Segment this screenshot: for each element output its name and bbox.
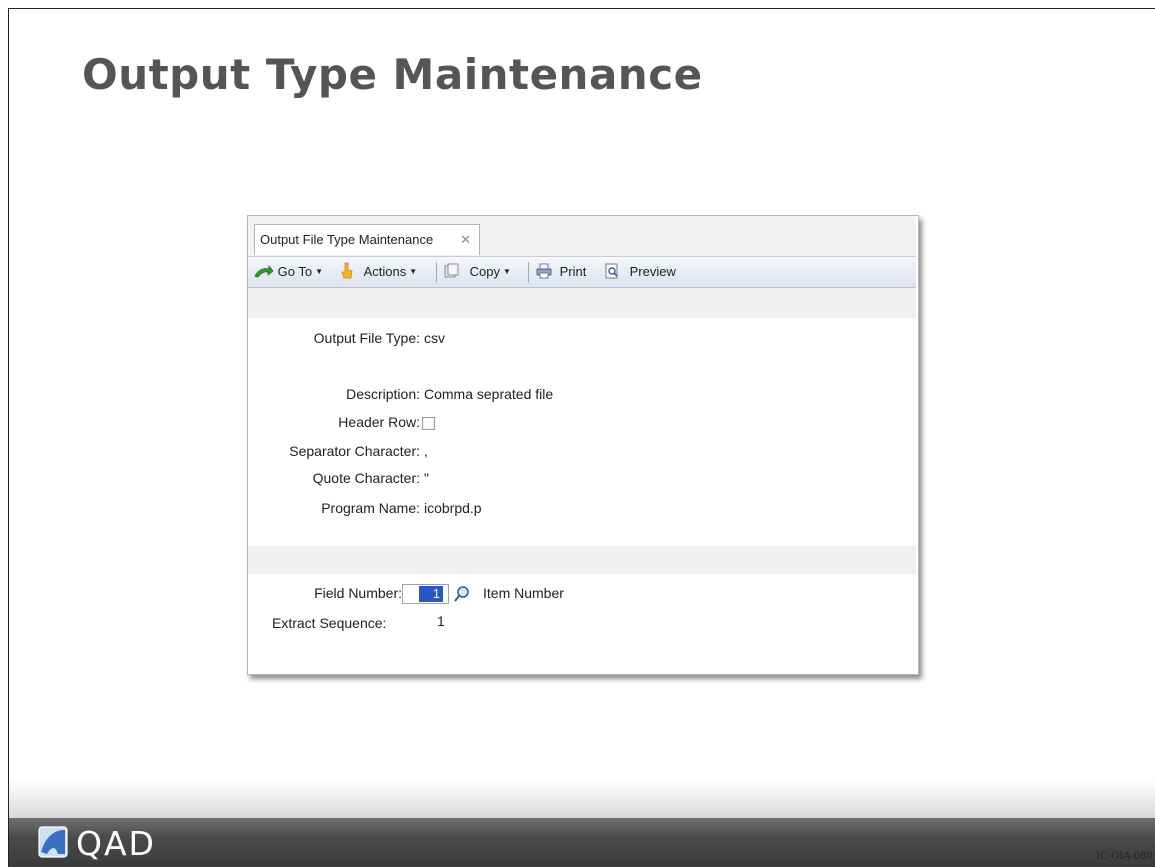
goto-label: Go To xyxy=(277,264,313,279)
description-value: Comma seprated file xyxy=(424,386,554,402)
tab-label: Output File Type Maintenance xyxy=(260,232,434,247)
field-number-description: Item Number xyxy=(483,585,564,601)
actions-label: Actions xyxy=(363,264,407,279)
footer-fade xyxy=(9,780,1155,818)
description-label: Description: xyxy=(346,386,420,402)
program-name-label: Program Name: xyxy=(321,500,420,516)
header-band xyxy=(248,288,916,318)
goto-button[interactable]: Go To ▼ xyxy=(254,257,323,287)
quote-character-value: " xyxy=(424,470,429,486)
detail-band xyxy=(248,546,916,574)
field-number-label: Field Number: xyxy=(314,585,402,601)
copy-button[interactable]: Copy ▼ xyxy=(444,257,511,287)
close-tab-icon[interactable]: ✕ xyxy=(460,225,471,255)
footer-bar xyxy=(9,818,1155,867)
preview-button[interactable]: Preview xyxy=(604,257,676,287)
slide-code: IC-OIA-080 xyxy=(1096,851,1153,862)
separator-character-value: , xyxy=(424,443,428,459)
preview-icon xyxy=(605,263,618,279)
pointer-hand-icon xyxy=(341,262,353,278)
actions-button[interactable]: Actions ▼ xyxy=(340,257,417,287)
print-button[interactable]: Print xyxy=(536,257,586,287)
chevron-down-icon: ▼ xyxy=(315,267,323,276)
toolbar-divider xyxy=(528,262,529,282)
extract-sequence-value: 1 xyxy=(437,613,445,629)
output-file-type-value: csv xyxy=(424,330,445,346)
app-window: Output File Type Maintenance ✕ Go To ▼ Ac… xyxy=(247,215,919,675)
preview-label: Preview xyxy=(629,264,676,279)
chevron-down-icon: ▼ xyxy=(409,267,418,276)
extract-sequence-label: Extract Sequence: xyxy=(272,615,387,631)
copy-icon xyxy=(444,263,459,278)
field-number-input[interactable]: 1 xyxy=(402,584,449,604)
program-name-value: icobrpd.p xyxy=(424,500,482,516)
header-row-checkbox[interactable] xyxy=(422,417,435,430)
toolbar-divider xyxy=(436,262,437,282)
separator-character-label: Separator Character: xyxy=(289,443,420,459)
goto-arrow-icon xyxy=(254,264,274,278)
qad-logo-text: QAD xyxy=(76,824,156,863)
tab-strip: Output File Type Maintenance ✕ xyxy=(248,216,916,257)
qad-logo-icon xyxy=(38,826,68,858)
output-file-type-label: Output File Type: xyxy=(313,330,420,346)
lookup-icon[interactable] xyxy=(453,585,471,603)
print-label: Print xyxy=(559,264,587,279)
slide-title: Output Type Maintenance xyxy=(82,50,703,99)
chevron-down-icon: ▼ xyxy=(502,267,511,276)
tab-output-file-type-maintenance[interactable]: Output File Type Maintenance ✕ xyxy=(254,224,480,255)
printer-icon xyxy=(536,263,552,279)
field-number-value: 1 xyxy=(419,586,443,602)
quote-character-label: Quote Character: xyxy=(312,470,420,486)
header-row-label: Header Row: xyxy=(338,414,420,430)
copy-label: Copy xyxy=(469,264,500,279)
toolbar: Go To ▼ Actions ▼ Copy ▼ Print Preview xyxy=(248,257,916,288)
